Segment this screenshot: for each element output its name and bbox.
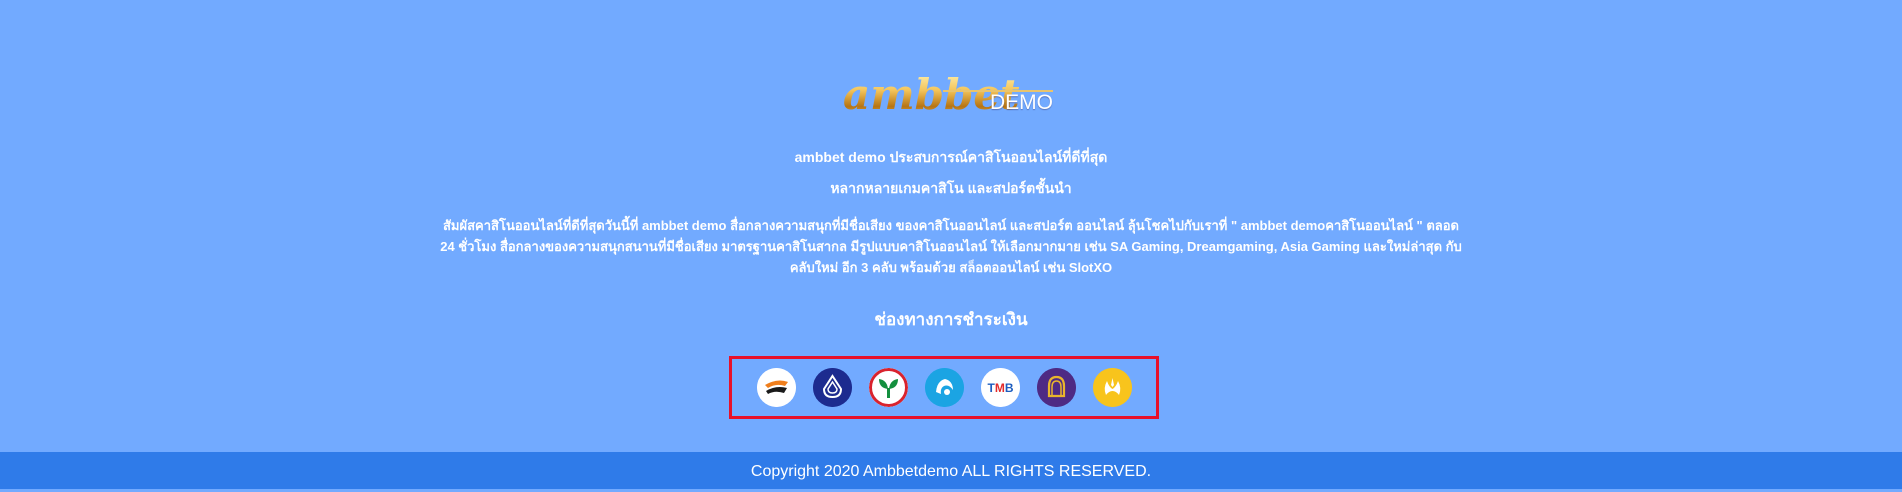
tagline-primary: ambbet demo ประสบการณ์คาสิโนออนไลน์ที่ดี…: [794, 149, 1108, 165]
krungsri-bank-icon: [1092, 368, 1132, 407]
kasikorn-bank-icon: [868, 368, 908, 407]
site-logo[interactable]: ambbet DEMO: [843, 72, 1055, 118]
tagline-secondary: หลากหลายเกมคาสิโน และสปอร์ตชั้นนำ: [830, 180, 1072, 196]
siam-commercial-bank-icon: [1036, 368, 1076, 407]
bangkok-bank-icon: [812, 368, 852, 407]
logo-demo-label: DEMO: [990, 91, 1053, 114]
svg-text:TMB: TMB: [987, 381, 1013, 395]
thanachart-bank-icon: [756, 368, 796, 407]
payment-bank-list: TMB: [729, 356, 1159, 419]
footer-copyright: Copyright 2020 Ambbetdemo ALL RIGHTS RES…: [0, 452, 1902, 489]
payment-channels-title: ช่องทางการชำระเงิน: [874, 310, 1028, 329]
krungthai-bank-icon: [924, 368, 964, 407]
page: ambbet DEMO ambbet demo ประสบการณ์คาสิโน…: [0, 0, 1902, 489]
tmb-bank-icon: TMB: [980, 368, 1020, 407]
site-description: สัมผัสคาสิโนออนไลน์ที่ดีที่สุดวันนี้ที่ …: [440, 218, 1462, 275]
